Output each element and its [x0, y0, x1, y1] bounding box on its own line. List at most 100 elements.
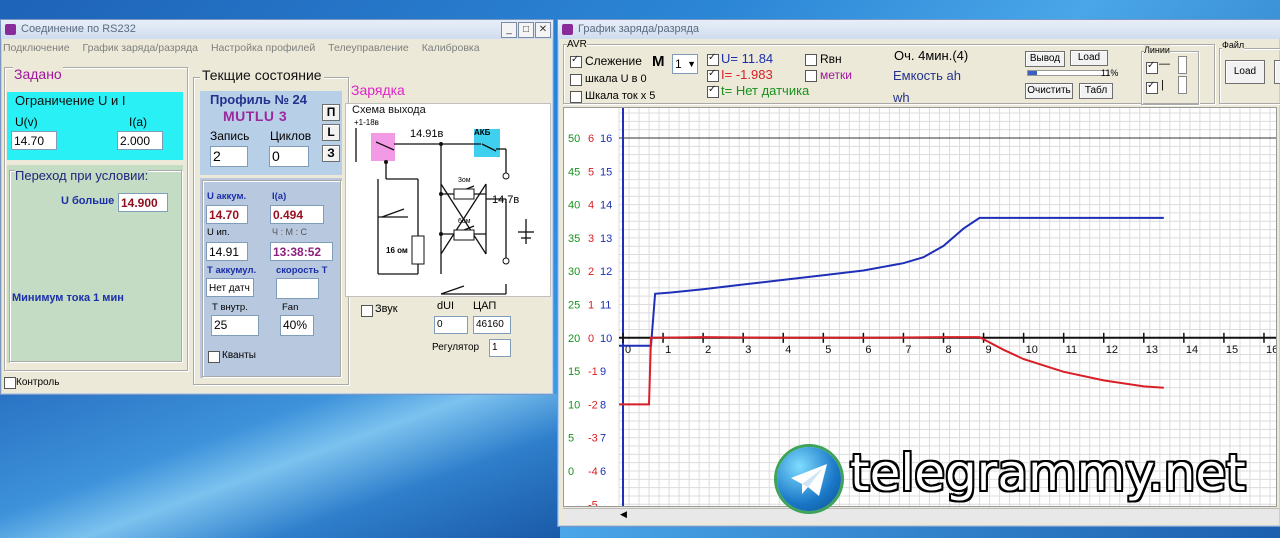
line-1-dash-icon: —: [1159, 58, 1170, 70]
i-label: I(a): [129, 115, 147, 129]
output-scheme: Схема выхода +1-18в 14.91в АКБ 14.7в 16 …: [345, 103, 551, 297]
kvanty-label: Кванты: [222, 350, 256, 361]
profile-p-button[interactable]: П: [322, 104, 340, 121]
follow-label: Слежение: [585, 54, 642, 68]
x-tick-label: 8: [945, 344, 951, 356]
y-label-i: 5: [588, 166, 594, 178]
maximize-button[interactable]: □: [518, 22, 534, 38]
m-label: M: [652, 53, 665, 70]
y-label-t: 6: [600, 466, 606, 478]
u-more-label: U больше: [61, 195, 115, 207]
rs232-titlebar[interactable]: Соединение по RS232 _ □ ✕: [1, 20, 553, 39]
i-limit-input[interactable]: 2.000: [117, 131, 163, 150]
avr-label: AVR: [567, 39, 587, 50]
regulator-label: Регулятор: [432, 342, 480, 353]
u-limit-input[interactable]: 14.70: [11, 131, 57, 150]
dac-label: ЦАП: [473, 300, 497, 312]
t-checkbox[interactable]: [707, 84, 719, 98]
zadano-title: Задано: [13, 66, 63, 82]
horizontal-scrollbar[interactable]: ◀: [563, 508, 1279, 523]
x-tick-label: 10: [1026, 344, 1038, 356]
regulator-value[interactable]: 1: [489, 339, 511, 357]
output-button[interactable]: Вывод: [1025, 51, 1065, 67]
x-tick-label: 15: [1226, 344, 1238, 356]
file-load-button[interactable]: Load: [1225, 60, 1265, 84]
kvanty-checkbox[interactable]: [208, 351, 220, 363]
line-2-slider[interactable]: [1178, 76, 1187, 94]
control-checkbox[interactable]: [4, 377, 16, 389]
u-readout: U= 11.84: [721, 51, 774, 66]
scheme-diagram: [355, 128, 534, 295]
y-label-t: 15: [600, 166, 612, 178]
wh-label: wh: [893, 90, 910, 105]
scheme-r3: 6ом: [458, 218, 471, 225]
scroll-left-icon[interactable]: ◀: [620, 509, 627, 520]
u-checkbox[interactable]: [707, 52, 719, 66]
y-label-t: 11: [600, 300, 611, 312]
y-label-t: 12: [600, 266, 612, 278]
menu-calibration[interactable]: Калибровка: [422, 42, 480, 54]
y-label-i: 6: [588, 133, 594, 145]
dac-value[interactable]: 46160: [473, 316, 511, 334]
cycles-input[interactable]: 0: [269, 146, 309, 167]
u-more-input[interactable]: 14.900: [118, 193, 168, 212]
u-label: U(v): [15, 115, 38, 129]
table-button[interactable]: Табл: [1079, 83, 1113, 99]
rvn-checkbox[interactable]: [805, 54, 817, 66]
y-label-t: 8: [600, 399, 606, 411]
y-label-i: -3: [588, 433, 598, 445]
marks-checkbox[interactable]: [805, 70, 817, 82]
menu-telecontrol[interactable]: Телеуправление: [328, 42, 409, 54]
scale-u-checkbox[interactable]: [570, 74, 582, 86]
chart-window-title: График заряда/разряда: [578, 23, 699, 35]
scheme-v1: +1-18в: [354, 118, 379, 127]
x-tick-label: 16: [1266, 344, 1277, 356]
dui-value[interactable]: 0: [434, 316, 468, 334]
line-2-checkbox[interactable]: [1146, 80, 1158, 94]
progress-bar: [1027, 70, 1109, 76]
u-ip-value: 14.91: [206, 242, 248, 261]
x-tick-label: 1: [665, 344, 671, 356]
menu-chart[interactable]: График заряда/разряда: [83, 42, 199, 54]
x-tick-label: 5: [825, 344, 831, 356]
file-label: Файл: [1222, 40, 1245, 50]
y-label-t: 7: [600, 433, 606, 445]
app-icon-2: [562, 24, 573, 35]
profile-l-button[interactable]: L: [322, 124, 340, 141]
menu-connection[interactable]: Подключение: [3, 42, 70, 54]
line-1-slider[interactable]: [1178, 56, 1187, 74]
x-tick-label: 9: [986, 344, 992, 356]
scheme-v3: 14.7в: [492, 194, 520, 206]
profile-name: MUTLU 3: [223, 108, 288, 124]
hms-label: Ч : М : С: [272, 227, 307, 237]
clear-button[interactable]: Очистить: [1025, 83, 1073, 99]
y-label-i: 0: [588, 333, 594, 345]
i-readout: I= -1.983: [721, 67, 773, 82]
i-checkbox[interactable]: [707, 68, 719, 82]
record-label: Запись: [210, 129, 250, 143]
minimize-button[interactable]: _: [501, 22, 517, 38]
fan-value: 40%: [280, 315, 314, 336]
line-1-checkbox[interactable]: [1146, 60, 1158, 74]
paper-plane-icon: [791, 464, 827, 496]
x-tick-label: 7: [905, 344, 911, 356]
y-label-i: -1: [588, 366, 598, 378]
close-button[interactable]: ✕: [535, 22, 551, 38]
record-input[interactable]: 2: [210, 146, 248, 167]
scheme-r1: 16 ом: [386, 246, 408, 255]
watermark-text: telegrammy.net: [850, 444, 1246, 502]
t-akk-value: Нет датч: [206, 278, 254, 297]
file-extra-button[interactable]: [1274, 60, 1280, 84]
menu-profiles[interactable]: Настройка профилей: [211, 42, 315, 54]
y-label-t: 13: [600, 233, 612, 245]
chart-titlebar[interactable]: График заряда/разряда: [558, 20, 1280, 39]
m-select[interactable]: 1 ▼: [672, 54, 698, 74]
zvuk-checkbox[interactable]: [361, 305, 373, 317]
telegram-logo: [777, 447, 841, 511]
y-label-i: -5: [588, 499, 598, 507]
dui-label: dUI: [437, 300, 455, 312]
load-button[interactable]: Load: [1070, 50, 1108, 66]
profile-z-button[interactable]: З: [322, 145, 340, 162]
follow-checkbox[interactable]: [570, 54, 582, 68]
scale-i-checkbox[interactable]: [570, 91, 582, 103]
